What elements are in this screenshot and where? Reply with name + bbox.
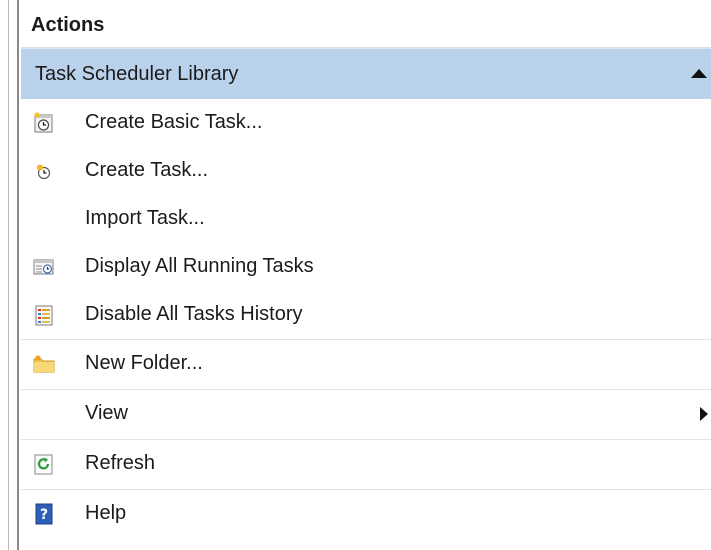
- actions-panel-title: Actions: [21, 0, 711, 48]
- action-view[interactable]: View: [21, 389, 711, 439]
- panel-splitter[interactable]: [0, 0, 19, 550]
- submenu-arrow-icon: [700, 407, 708, 421]
- refresh-icon: [33, 453, 55, 475]
- actions-list: Create Basic Task... Create Task... Impo…: [21, 99, 711, 539]
- section-label: Task Scheduler Library: [35, 62, 239, 85]
- action-display-running-tasks[interactable]: Display All Running Tasks: [21, 243, 711, 291]
- help-icon: ?: [33, 503, 55, 525]
- action-disable-tasks-history[interactable]: Disable All Tasks History: [21, 291, 711, 339]
- action-create-basic-task[interactable]: Create Basic Task...: [21, 99, 711, 147]
- action-new-folder[interactable]: New Folder...: [21, 339, 711, 389]
- action-label: Create Task...: [85, 159, 209, 181]
- action-label: New Folder...: [85, 352, 203, 374]
- basic-task-icon: [33, 112, 55, 134]
- actions-panel: Actions Task Scheduler Library Create Ba…: [21, 0, 711, 550]
- section-task-scheduler-library[interactable]: Task Scheduler Library: [21, 48, 711, 99]
- create-task-icon: [33, 160, 55, 182]
- action-refresh[interactable]: Refresh: [21, 439, 711, 489]
- action-label: Help: [85, 502, 127, 524]
- action-create-task[interactable]: Create Task...: [21, 147, 711, 195]
- svg-text:?: ?: [40, 507, 48, 523]
- action-label: Create Basic Task...: [85, 111, 263, 133]
- new-folder-icon: [33, 353, 55, 375]
- running-tasks-icon: [33, 256, 55, 278]
- action-label: Import Task...: [85, 207, 205, 229]
- action-help[interactable]: ? Help: [21, 489, 711, 539]
- history-icon: [33, 304, 55, 326]
- action-import-task[interactable]: Import Task...: [21, 195, 711, 243]
- collapse-arrow-icon[interactable]: [691, 69, 707, 78]
- action-label: View: [85, 402, 128, 424]
- action-label: Display All Running Tasks: [85, 255, 314, 277]
- action-label: Disable All Tasks History: [85, 303, 303, 325]
- action-label: Refresh: [85, 452, 156, 474]
